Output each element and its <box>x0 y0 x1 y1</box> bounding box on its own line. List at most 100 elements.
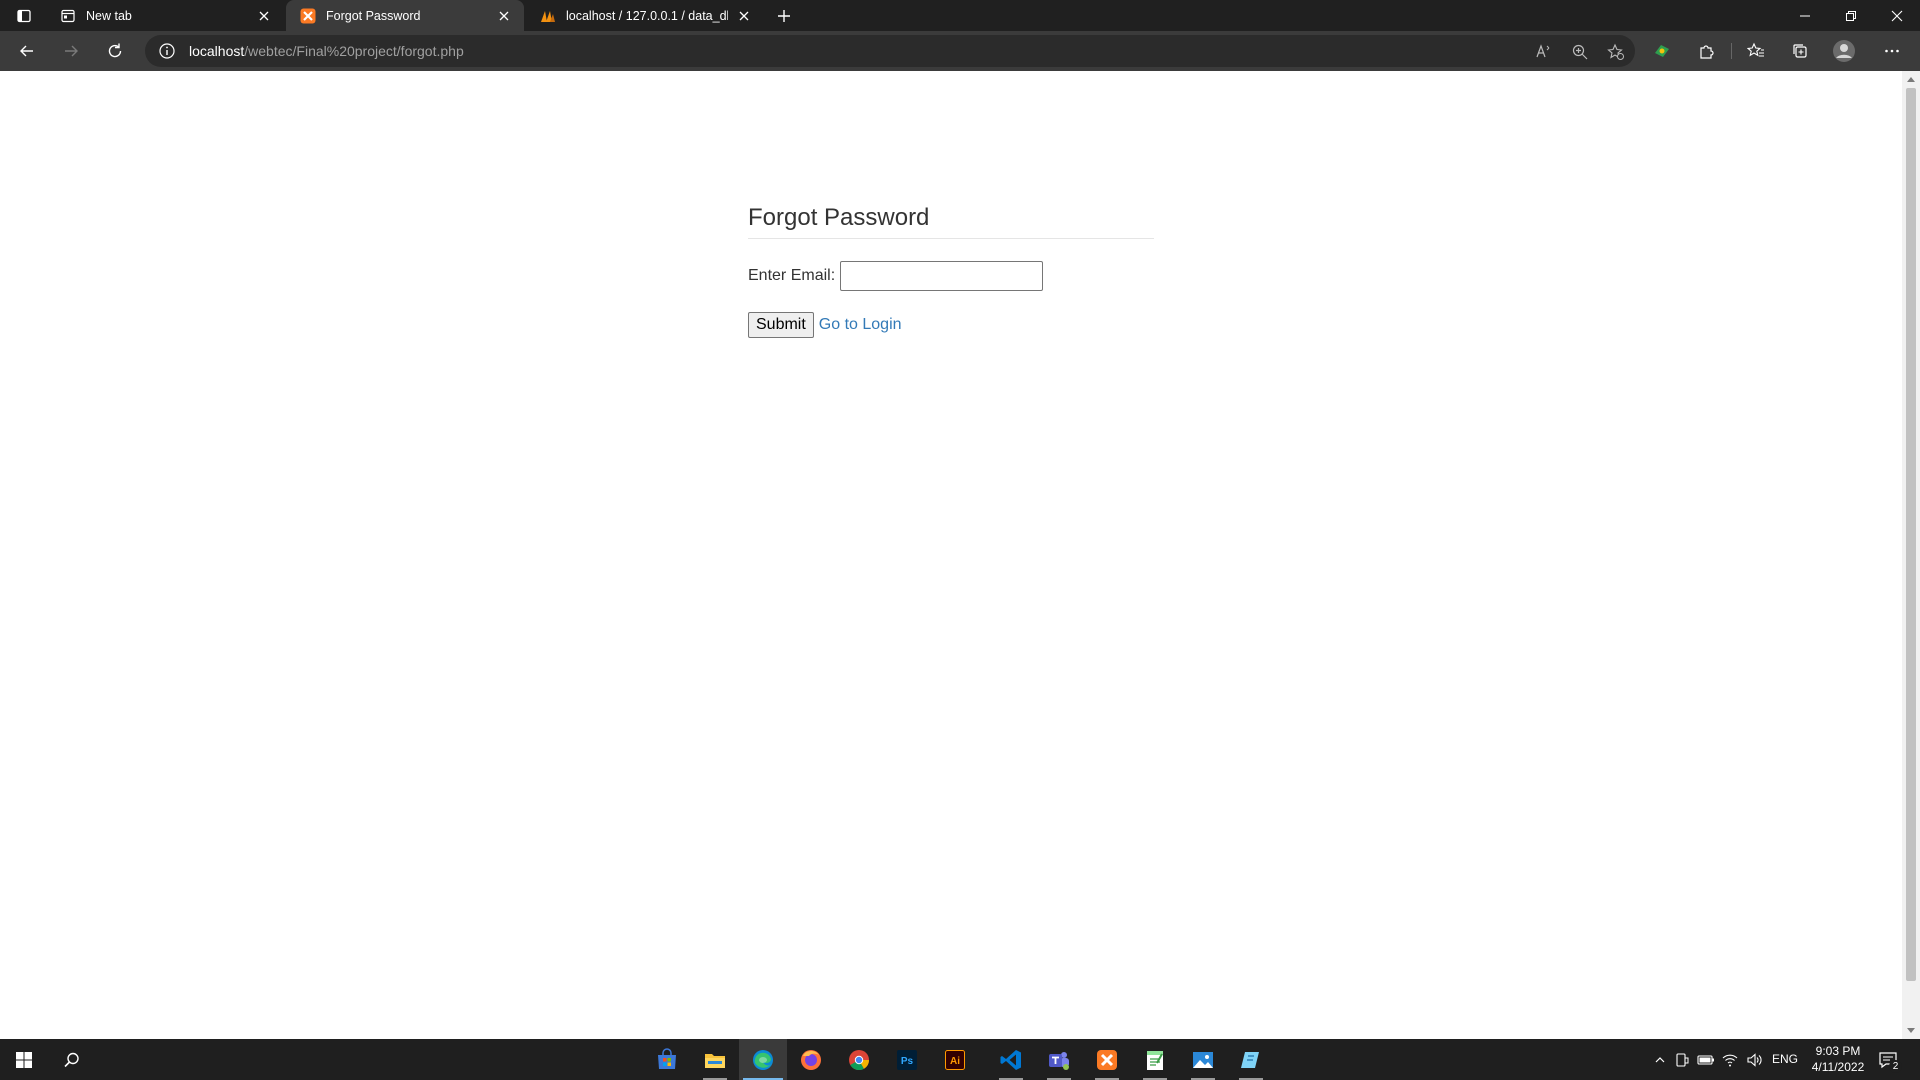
vscode-icon <box>1000 1049 1021 1070</box>
restore-icon <box>1846 10 1856 21</box>
taskbar-app-chrome[interactable] <box>835 1039 883 1080</box>
taskbar-app-photoshop[interactable]: Ps <box>883 1039 931 1080</box>
close-window-button[interactable] <box>1874 0 1920 31</box>
tab-forgot-password[interactable]: Forgot Password <box>286 0 524 31</box>
svg-text:Ps: Ps <box>901 1056 914 1067</box>
xampp-icon <box>1097 1049 1117 1070</box>
url-text[interactable]: localhost/webtec/Final%20project/forgot.… <box>189 43 464 59</box>
taskbar-app-edge[interactable] <box>739 1039 787 1080</box>
scroll-up-arrow[interactable] <box>1907 77 1915 82</box>
refresh-icon <box>108 43 122 58</box>
close-tab-icon[interactable] <box>256 8 272 24</box>
photoshop-icon: Ps <box>897 1049 917 1070</box>
add-favorite-button[interactable] <box>1605 41 1627 63</box>
volume-button[interactable] <box>1745 1051 1763 1069</box>
new-tab-page-icon <box>61 9 75 22</box>
email-field[interactable] <box>840 261 1044 291</box>
collections-button[interactable] <box>1785 37 1815 65</box>
read-aloud-button[interactable] <box>1532 41 1554 63</box>
vertical-scrollbar[interactable] <box>1902 71 1920 1039</box>
profile-button[interactable] <box>1829 37 1859 65</box>
minimize-icon <box>1800 15 1810 16</box>
info-icon[interactable] <box>157 41 177 61</box>
scrollbar-thumb[interactable] <box>1906 88 1916 981</box>
more-icon <box>1885 49 1899 53</box>
search-icon <box>64 1052 79 1067</box>
taskbar-app-vscode[interactable] <box>987 1039 1035 1080</box>
read-aloud-icon <box>1536 44 1550 58</box>
taskbar-app-notepad-plus[interactable] <box>1131 1039 1179 1080</box>
tab-phpmyadmin[interactable]: localhost / 127.0.0.1 / data_db / <box>526 0 764 31</box>
battery-icon <box>1697 1055 1714 1065</box>
collections-icon <box>1793 44 1807 58</box>
back-button[interactable] <box>12 37 42 65</box>
firefox-icon <box>801 1049 821 1070</box>
forgot-password-form: Forgot Password Enter Email: Submit Go t… <box>748 204 1154 338</box>
restore-button[interactable] <box>1828 0 1874 31</box>
tab-title: New tab <box>86 8 132 23</box>
taskbar-app-photos[interactable] <box>1179 1039 1227 1080</box>
close-icon <box>1891 10 1903 21</box>
close-tab-icon[interactable] <box>736 8 752 24</box>
address-bar[interactable]: localhost/webtec/Final%20project/forgot.… <box>145 35 1635 67</box>
submit-button[interactable]: Submit <box>748 312 814 338</box>
zoom-button[interactable] <box>1569 41 1591 63</box>
taskbar-app-store[interactable] <box>643 1039 691 1080</box>
tab-title: localhost / 127.0.0.1 / data_db / <box>566 8 728 23</box>
new-tab-button[interactable] <box>772 4 796 28</box>
plus-icon <box>778 10 790 22</box>
meet-now-button[interactable] <box>1673 1051 1691 1069</box>
file-explorer-icon <box>705 1053 725 1068</box>
xampp-icon <box>300 8 316 23</box>
taskbar-app-teams[interactable] <box>1035 1039 1083 1080</box>
tab-actions-button[interactable] <box>8 0 40 31</box>
zoom-icon <box>1572 44 1588 60</box>
svg-text:Ai: Ai <box>950 1056 960 1067</box>
arrow-right-icon <box>65 45 78 57</box>
wifi-icon <box>1722 1054 1738 1067</box>
snip-icon <box>1241 1051 1259 1068</box>
extension-button[interactable] <box>1647 37 1677 65</box>
scroll-down-arrow[interactable] <box>1907 1028 1915 1033</box>
email-label: Enter Email: <box>748 267 836 284</box>
language-indicator[interactable]: ENG <box>1772 1052 1798 1066</box>
taskbar-app-xampp[interactable] <box>1083 1039 1131 1080</box>
illustrator-icon: Ai <box>945 1049 965 1070</box>
clock-time: 9:03 PM <box>1815 1044 1861 1058</box>
network-button[interactable] <box>1721 1051 1739 1069</box>
notepad-plus-icon <box>1147 1050 1163 1070</box>
edge-icon <box>753 1049 773 1070</box>
page-viewport: Forgot Password Enter Email: Submit Go t… <box>0 71 1902 1039</box>
taskbar-app-illustrator[interactable]: Ai <box>931 1039 979 1080</box>
browser-titlebar: New tab Forgot Password localhost / 127.… <box>0 0 1920 31</box>
settings-menu-button[interactable] <box>1877 37 1907 65</box>
taskbar-app-firefox[interactable] <box>787 1039 835 1080</box>
minimize-button[interactable] <box>1782 0 1828 31</box>
battery-button[interactable] <box>1697 1051 1715 1069</box>
url-path: /webtec/Final%20project/forgot.php <box>244 43 464 59</box>
show-hidden-icons-button[interactable] <box>1651 1051 1669 1069</box>
close-tab-icon[interactable] <box>496 8 512 24</box>
url-host: localhost <box>189 43 245 59</box>
refresh-button[interactable] <box>100 37 130 65</box>
forward-button[interactable] <box>56 37 86 65</box>
taskbar-app-snip[interactable] <box>1227 1039 1275 1080</box>
taskbar-app-explorer[interactable] <box>691 1039 739 1080</box>
photos-icon <box>1193 1051 1213 1068</box>
teams-icon <box>1049 1051 1069 1070</box>
search-button[interactable] <box>48 1039 96 1080</box>
puzzle-icon <box>1700 45 1714 59</box>
favorites-button[interactable] <box>1741 37 1771 65</box>
volume-icon <box>1747 1053 1762 1067</box>
start-button[interactable] <box>0 1039 48 1080</box>
go-to-login-link[interactable]: Go to Login <box>819 316 902 334</box>
email-row: Enter Email: <box>748 261 1154 291</box>
tab-title: Forgot Password <box>326 8 421 23</box>
toolbar-divider <box>1731 43 1732 59</box>
star-add-icon <box>1607 43 1624 60</box>
extensions-button[interactable] <box>1692 37 1722 65</box>
clock[interactable]: 9:03 PM 4/11/2022 <box>1808 1043 1868 1075</box>
tab-new-tab[interactable]: New tab <box>46 0 284 31</box>
browser-toolbar: localhost/webtec/Final%20project/forgot.… <box>0 31 1920 71</box>
chevron-up-icon <box>1655 1057 1665 1063</box>
